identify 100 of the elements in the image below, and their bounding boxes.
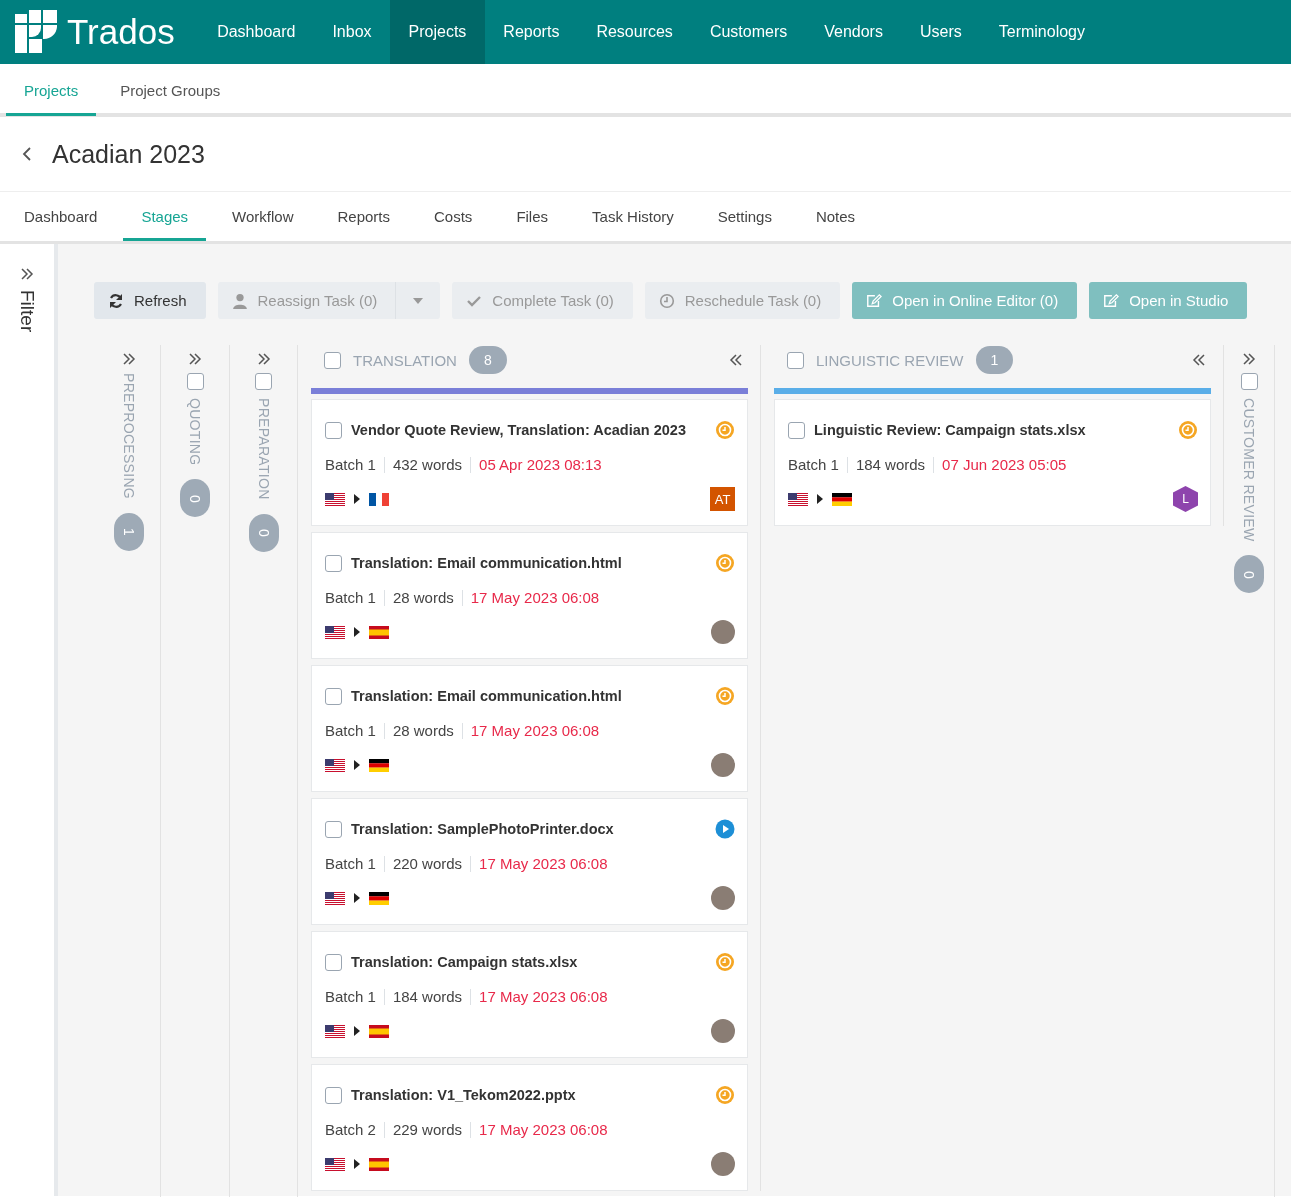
stage-count: 0 <box>180 479 210 518</box>
nav-link[interactable]: Reports <box>484 0 578 64</box>
batch-label: Batch 1 <box>325 589 376 606</box>
toolbar-button[interactable]: Refresh <box>94 282 206 319</box>
task-checkbox[interactable] <box>325 953 342 971</box>
task-title: Linguistic Review: Campaign stats.xlsx <box>814 422 1087 438</box>
project-tab[interactable]: Notes <box>797 192 874 241</box>
due-date: 17 May 2023 06:08 <box>479 1121 608 1138</box>
project-tab[interactable]: Costs <box>416 192 491 241</box>
word-count: 28 words <box>392 722 454 739</box>
task-title: Vendor Quote Review, Translation: Acadian 2023 <box>351 422 687 438</box>
stage-count: 0 <box>248 513 279 552</box>
assignee-initials: L <box>1173 486 1198 512</box>
project-tab[interactable]: Reports <box>319 192 409 241</box>
brand-name: Trados <box>67 12 175 52</box>
stage-checkbox[interactable] <box>186 373 204 390</box>
avatar-placeholder <box>711 753 735 777</box>
task-card[interactable]: Translation: SamplePhotoPrinter.docx Batch 1 220 words 17 May 2023 06:08 <box>311 798 748 925</box>
clock-icon <box>658 292 675 309</box>
stage-count: 1 <box>114 513 144 552</box>
stage-name: QUOTING <box>187 398 203 466</box>
task-title: Translation: V1_Tekom2022.pptx <box>351 1087 577 1103</box>
refresh-icon <box>108 292 124 309</box>
word-count: 28 words <box>392 589 454 606</box>
nav-link[interactable]: Terminology <box>980 0 1104 64</box>
task-card[interactable]: Translation: Campaign stats.xlsx Batch 1 184 words 17 May 2023 06:08 <box>311 931 748 1058</box>
task-checkbox[interactable] <box>325 687 342 705</box>
task-checkbox[interactable] <box>788 421 805 439</box>
project-tab[interactable]: Dashboard <box>6 192 116 241</box>
batch-label: Batch 1 <box>325 988 376 1005</box>
logo-icon <box>15 10 59 54</box>
project-tab[interactable]: Task History <box>574 192 692 241</box>
task-card[interactable]: Translation: Email communication.html Batch 1 28 words 17 May 2023 06:08 <box>311 532 748 659</box>
stage-name: CUSTOMER REVIEW <box>1241 398 1257 542</box>
nav-link[interactable]: Projects <box>390 0 485 64</box>
assignee-initials: AT <box>710 487 735 511</box>
nav-link[interactable]: Customers <box>691 0 806 64</box>
word-count: 184 words <box>855 456 926 473</box>
arrow-right-icon <box>817 494 823 504</box>
double-chevron-right-icon[interactable] <box>256 353 271 365</box>
batch-label: Batch 1 <box>788 456 839 473</box>
batch-label: Batch 1 <box>325 855 376 872</box>
project-title: Acadian 2023 <box>52 139 205 169</box>
arrow-right-icon <box>354 627 360 637</box>
task-title: Translation: SamplePhotoPrinter.docx <box>351 821 615 837</box>
word-count: 220 words <box>392 855 463 872</box>
stage-count: 8 <box>468 346 507 374</box>
filter-label[interactable]: Filter <box>16 290 38 333</box>
due-date: 17 May 2023 06:08 <box>479 855 608 872</box>
button-label: Reassign Task (0) <box>257 292 378 309</box>
back-chevron-icon[interactable] <box>22 146 32 162</box>
task-card[interactable]: Translation: Email communication.html Batch 1 28 words 17 May 2023 06:08 <box>311 665 748 792</box>
stage-checkbox[interactable] <box>1240 373 1258 390</box>
sub-tab[interactable]: Project Groups <box>102 64 239 116</box>
project-tab[interactable]: Settings <box>699 192 790 241</box>
double-chevron-left-icon[interactable] <box>1192 354 1206 366</box>
arrow-right-icon <box>354 760 360 770</box>
nav-link[interactable]: Dashboard <box>198 0 314 64</box>
batch-label: Batch 1 <box>325 722 376 739</box>
nav-link[interactable]: Users <box>901 0 981 64</box>
nav-link[interactable]: Vendors <box>805 0 902 64</box>
task-card[interactable]: Translation: V1_Tekom2022.pptx Batch 2 229 words 17 May 2023 06:08 <box>311 1064 748 1191</box>
double-chevron-left-icon[interactable] <box>729 354 743 366</box>
avatar-placeholder <box>711 886 735 910</box>
avatar-placeholder <box>711 1019 735 1043</box>
stage-checkbox[interactable] <box>324 351 341 369</box>
task-card[interactable]: Vendor Quote Review, Translation: Acadian 2023 Batch 1 432 words 05 Apr 2023 08:13 AT <box>311 399 748 526</box>
task-title: Translation: Email communication.html <box>351 688 623 704</box>
nav-link[interactable]: Resources <box>577 0 692 64</box>
double-chevron-right-icon[interactable] <box>20 268 34 280</box>
edit-icon <box>1103 292 1120 309</box>
due-date: 05 Apr 2023 08:13 <box>479 456 602 473</box>
word-count: 184 words <box>392 988 463 1005</box>
task-checkbox[interactable] <box>325 554 342 572</box>
arrow-right-icon <box>354 494 360 504</box>
double-chevron-right-icon[interactable] <box>188 353 202 365</box>
task-checkbox[interactable] <box>325 820 342 838</box>
due-date: 17 May 2023 06:08 <box>470 589 600 606</box>
word-count: 229 words <box>392 1121 463 1138</box>
stage-name: PREPROCESSING <box>121 373 137 500</box>
task-title: Translation: Campaign stats.xlsx <box>351 954 579 970</box>
edit-icon <box>866 292 883 309</box>
due-date: 07 Jun 2023 05:05 <box>942 456 1067 473</box>
batch-label: Batch 1 <box>325 456 376 473</box>
arrow-right-icon <box>354 893 360 903</box>
stage-name: TRANSLATION <box>353 351 457 369</box>
double-chevron-right-icon[interactable] <box>1242 353 1256 365</box>
stage-count: 1 <box>975 346 1014 374</box>
due-date: 17 May 2023 06:08 <box>479 988 608 1005</box>
task-checkbox[interactable] <box>325 1086 342 1104</box>
arrow-right-icon <box>354 1026 360 1036</box>
project-tab[interactable]: Workflow <box>214 192 312 241</box>
task-checkbox[interactable] <box>325 421 342 439</box>
task-card[interactable]: Linguistic Review: Campaign stats.xlsx Batch 1 184 words 07 Jun 2023 05:05 L <box>774 399 1211 526</box>
stage-checkbox[interactable] <box>255 373 272 390</box>
stage-checkbox[interactable] <box>787 351 804 369</box>
project-tab[interactable]: Files <box>498 192 567 241</box>
nav-link[interactable]: Inbox <box>313 0 391 64</box>
stage-name: PREPARATION <box>255 398 272 500</box>
double-chevron-right-icon[interactable] <box>122 353 136 365</box>
